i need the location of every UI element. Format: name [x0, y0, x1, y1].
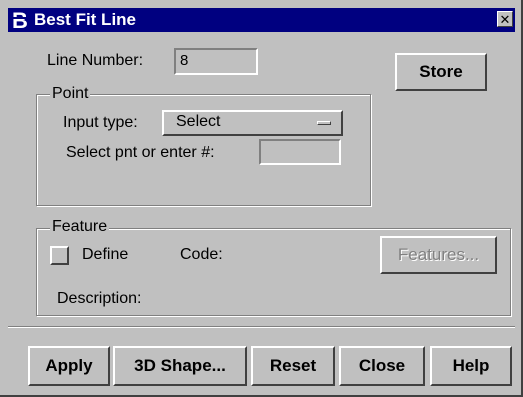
3d-shape-button[interactable]: 3D Shape...: [113, 346, 247, 386]
define-toggle[interactable]: [50, 246, 69, 265]
svg-text:B: B: [12, 9, 28, 31]
code-label: Code:: [180, 246, 223, 263]
point-group-title: Point: [50, 85, 91, 103]
close-icon[interactable]: ✕: [497, 11, 513, 27]
line-number-label: Line Number:: [47, 52, 144, 69]
bentley-b-icon: B: [10, 8, 32, 33]
store-button[interactable]: Store: [395, 53, 487, 91]
close-button[interactable]: Close: [339, 346, 425, 386]
input-type-select[interactable]: Select: [162, 110, 343, 136]
select-point-label: Select pnt or enter #:: [66, 144, 215, 161]
feature-group-title: Feature: [50, 218, 110, 236]
select-point-field[interactable]: [259, 139, 341, 165]
title-bar[interactable]: B Best Fit Line ✕: [8, 8, 515, 33]
description-label: Description:: [57, 290, 142, 307]
help-button[interactable]: Help: [430, 346, 512, 386]
input-type-value: Select: [176, 113, 221, 130]
features-button[interactable]: Features...: [380, 236, 497, 274]
define-label: Define: [82, 246, 129, 263]
best-fit-line-dialog: B Best Fit Line ✕ Line Number: 8 Store P…: [0, 0, 523, 397]
option-menu-indicator-icon: [317, 121, 331, 125]
separator-highlight: [8, 327, 515, 328]
input-type-label: Input type:: [63, 114, 138, 131]
window-title: Best Fit Line: [34, 10, 137, 29]
apply-button[interactable]: Apply: [28, 346, 110, 386]
line-number-field[interactable]: 8: [174, 48, 258, 75]
reset-button[interactable]: Reset: [251, 346, 335, 386]
